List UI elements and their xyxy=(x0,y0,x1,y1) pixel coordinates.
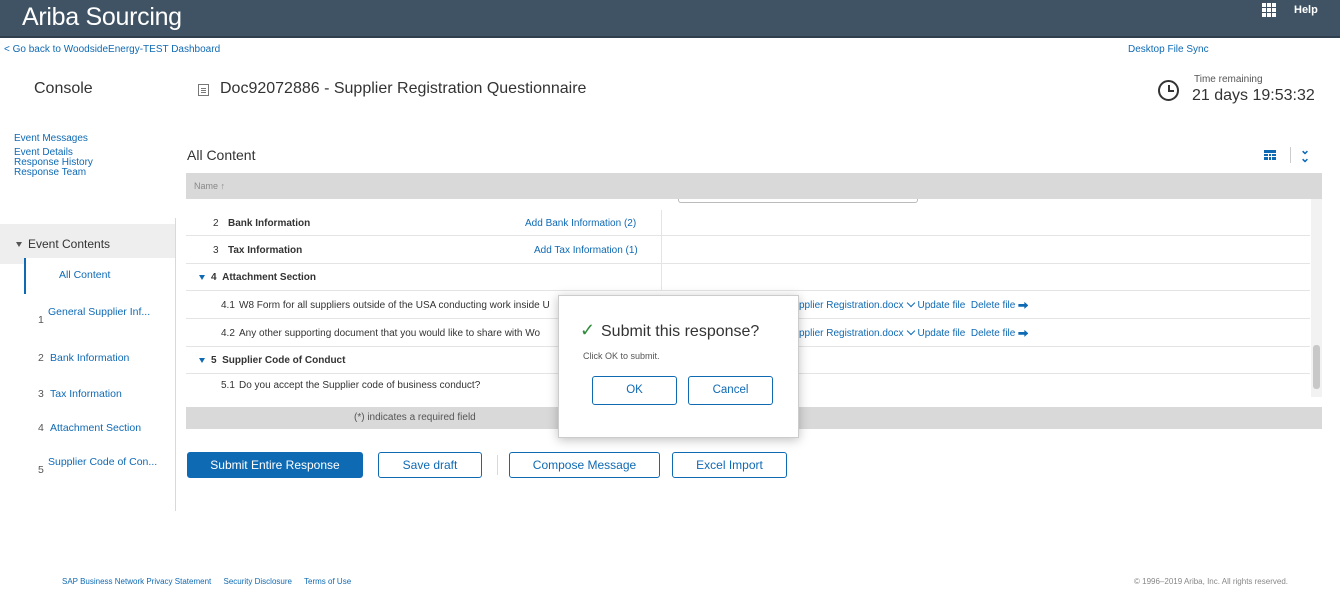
row-number: 3 xyxy=(213,245,219,256)
table-view-icon[interactable] xyxy=(1264,150,1276,160)
nav-item-all-content[interactable]: All Content xyxy=(24,258,175,294)
nav-item-supplier-code[interactable]: 5 Supplier Code of Con... xyxy=(24,450,175,486)
delete-file-link[interactable]: Delete file xyxy=(971,328,1015,339)
console-links: Event Messages Event Details Response Hi… xyxy=(14,133,93,183)
nav-item-label: All Content xyxy=(59,269,111,281)
response-team-link[interactable]: Response Team xyxy=(14,167,93,179)
nav-item-general-supplier[interactable]: 1 General Supplier Inf... xyxy=(24,298,175,334)
button-divider xyxy=(497,455,498,475)
name-column-header[interactable]: Name ↑ xyxy=(194,181,225,191)
ok-button[interactable]: OK xyxy=(592,376,677,405)
nav-item-label: Supplier Code of Con... xyxy=(48,456,158,468)
add-bank-information-link[interactable]: Add Bank Information (2) xyxy=(525,218,636,229)
copyright-text: © 1996–2019 Ariba, Inc. All rights reser… xyxy=(1134,577,1288,586)
nav-item-tax-information[interactable]: 3 Tax Information xyxy=(24,386,175,406)
top-header-bar: Ariba Sourcing Help xyxy=(0,0,1340,38)
nav-item-number: 1 xyxy=(38,314,44,326)
row-number: 4.2 xyxy=(221,328,235,339)
app-grid-icon[interactable] xyxy=(1262,3,1276,17)
footer-links: SAP Business Network Privacy Statement S… xyxy=(62,577,361,586)
page-title: Doc92072886 - Supplier Registration Ques… xyxy=(220,80,587,97)
document-icon xyxy=(198,84,209,96)
compose-message-button[interactable]: Compose Message xyxy=(509,452,660,478)
expand-all-icon[interactable]: ⌄ ⌄ xyxy=(1300,144,1310,164)
event-contents-panel: Event Contents All Content 1 General Sup… xyxy=(0,218,176,511)
required-field-text: (*) indicates a required field xyxy=(354,412,476,423)
row-name: Any other supporting document that you w… xyxy=(239,328,541,339)
table-header: Name ↑ xyxy=(186,173,1322,199)
submit-entire-response-button[interactable]: Submit Entire Response xyxy=(187,452,363,478)
content-title: All Content xyxy=(187,147,256,163)
dialog-title: Submit this response? xyxy=(601,323,760,340)
table-row: 4 Attachment Section xyxy=(186,264,1310,291)
console-title: Console xyxy=(34,80,93,97)
nav-item-number: 4 xyxy=(38,422,44,434)
row-name: Do you accept the Supplier code of busin… xyxy=(239,380,481,391)
nav-item-attachment-section[interactable]: 4 Attachment Section xyxy=(24,420,175,440)
row-number: 5.1 xyxy=(221,380,235,391)
table-scrollbar-thumb[interactable] xyxy=(1313,345,1320,389)
add-tax-information-link[interactable]: Add Tax Information (1) xyxy=(534,245,638,256)
section-toggle[interactable]: 4 Attachment Section xyxy=(199,272,316,283)
collapse-triangle-icon xyxy=(16,242,22,248)
app-title: Ariba Sourcing xyxy=(22,3,182,31)
nav-item-number: 3 xyxy=(38,388,44,400)
desktop-file-sync-link[interactable]: Desktop File Sync xyxy=(1128,44,1209,55)
event-contents-label: Event Contents xyxy=(28,237,111,251)
help-link[interactable]: Help xyxy=(1294,4,1318,16)
update-file-link[interactable]: Update file xyxy=(918,300,966,311)
attach-icon[interactable] xyxy=(1018,301,1029,309)
row-number: 4.1 xyxy=(221,300,235,311)
submit-confirmation-dialog: ✓ Submit this response? Click OK to subm… xyxy=(558,295,799,438)
event-messages-link[interactable]: Event Messages xyxy=(14,133,93,145)
dialog-message: Click OK to submit. xyxy=(583,351,660,361)
expand-triangle-icon xyxy=(199,274,205,280)
row-number: 2 xyxy=(213,218,219,229)
privacy-statement-link[interactable]: SAP Business Network Privacy Statement xyxy=(62,577,211,586)
partial-input-field[interactable] xyxy=(678,199,918,203)
nav-item-number: 5 xyxy=(38,464,44,476)
attached-file-link[interactable]: pplier Registration.docx Update file Dele… xyxy=(799,298,1029,311)
terms-of-use-link[interactable]: Terms of Use xyxy=(304,577,351,586)
security-disclosure-link[interactable]: Security Disclosure xyxy=(223,577,291,586)
sub-navigation-bar: < Go back to WoodsideEnergy-TEST Dashboa… xyxy=(0,44,1340,60)
save-draft-button[interactable]: Save draft xyxy=(378,452,482,478)
table-row: 2 Bank Information Add Bank Information … xyxy=(186,210,1310,236)
expand-triangle-icon xyxy=(199,357,205,363)
time-remaining-label: Time remaining xyxy=(1194,74,1263,85)
chevron-down-icon xyxy=(906,326,915,336)
time-remaining-value: 21 days 19:53:32 xyxy=(1192,87,1315,104)
nav-item-label: Bank Information xyxy=(50,352,130,364)
attach-icon[interactable] xyxy=(1018,329,1029,337)
excel-import-button[interactable]: Excel Import xyxy=(672,452,787,478)
clock-icon xyxy=(1158,80,1179,101)
attached-file-link[interactable]: pplier Registration.docx Update file Dele… xyxy=(799,326,1029,339)
delete-file-link[interactable]: Delete file xyxy=(971,300,1015,311)
nav-item-label: General Supplier Inf... xyxy=(48,306,151,318)
nav-item-label: Attachment Section xyxy=(50,422,142,434)
table-row: 3 Tax Information Add Tax Information (1… xyxy=(186,236,1310,264)
row-name: W8 Form for all suppliers outside of the… xyxy=(239,300,550,311)
back-to-dashboard-link[interactable]: < Go back to WoodsideEnergy-TEST Dashboa… xyxy=(4,44,220,55)
row-name: Tax Information xyxy=(228,245,303,256)
nav-item-bank-information[interactable]: 2 Bank Information xyxy=(24,350,175,370)
checkmark-icon: ✓ xyxy=(580,320,596,340)
nav-item-number: 2 xyxy=(38,352,44,364)
nav-item-label: Tax Information xyxy=(50,388,122,400)
update-file-link[interactable]: Update file xyxy=(918,328,966,339)
cancel-button[interactable]: Cancel xyxy=(688,376,773,405)
toolbar-divider xyxy=(1290,147,1291,163)
section-toggle[interactable]: 5 Supplier Code of Conduct xyxy=(199,355,345,366)
chevron-down-icon xyxy=(906,298,915,308)
row-name: Bank Information xyxy=(228,218,311,229)
